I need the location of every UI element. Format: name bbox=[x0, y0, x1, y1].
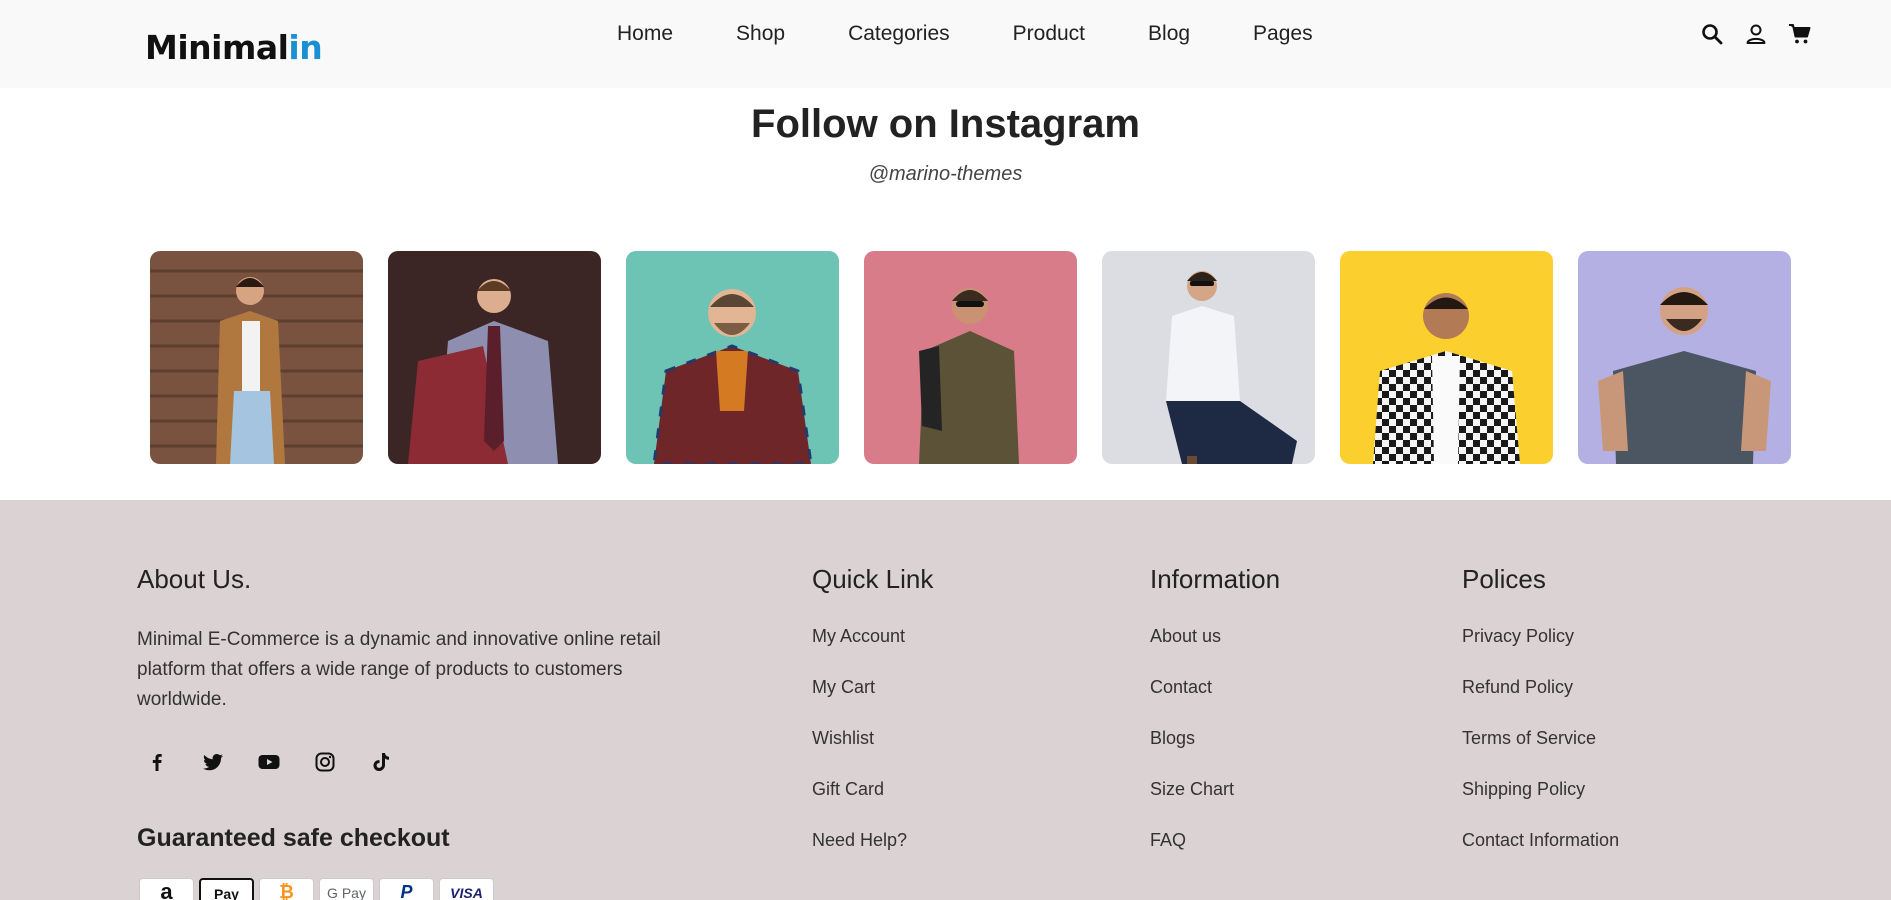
policies-title: Polices bbox=[1462, 564, 1546, 594]
link-faq[interactable]: FAQ bbox=[1150, 829, 1280, 880]
cart-icon[interactable] bbox=[1788, 22, 1812, 46]
payment-methods: a Pay ₿ G Pay P VISA bbox=[139, 878, 494, 900]
tiktok-icon[interactable] bbox=[369, 750, 393, 774]
quick-link-title: Quick Link bbox=[812, 564, 934, 594]
instagram-handle[interactable]: @marino-themes bbox=[0, 163, 1891, 186]
link-my-account[interactable]: My Account bbox=[812, 625, 933, 676]
link-gift-card[interactable]: Gift Card bbox=[812, 778, 933, 829]
instagram-title: Follow on Instagram bbox=[751, 102, 1140, 146]
instagram-gallery bbox=[150, 251, 1791, 464]
about-title: About Us. bbox=[137, 564, 252, 594]
apple-pay-icon: Pay bbox=[199, 878, 254, 900]
information-title: Information bbox=[1150, 564, 1281, 594]
paypal-icon: P bbox=[379, 878, 434, 900]
twitter-icon[interactable] bbox=[201, 750, 225, 774]
link-need-help[interactable]: Need Help? bbox=[812, 829, 933, 880]
link-my-cart[interactable]: My Cart bbox=[812, 676, 933, 727]
bitcoin-icon: ₿ bbox=[259, 878, 314, 900]
social-links bbox=[145, 750, 393, 774]
nav-pages[interactable]: Pages bbox=[1253, 22, 1313, 46]
nav-home[interactable]: Home bbox=[617, 22, 673, 46]
link-privacy-policy[interactable]: Privacy Policy bbox=[1462, 625, 1619, 676]
footer-information: Information About us Contact Blogs Size … bbox=[1150, 564, 1280, 880]
google-pay-icon: G Pay bbox=[319, 878, 374, 900]
facebook-icon[interactable] bbox=[145, 750, 169, 774]
instagram-photo[interactable] bbox=[388, 251, 601, 464]
user-icon[interactable] bbox=[1744, 22, 1768, 46]
link-refund-policy[interactable]: Refund Policy bbox=[1462, 676, 1619, 727]
instagram-photo[interactable] bbox=[150, 251, 363, 464]
link-shipping-policy[interactable]: Shipping Policy bbox=[1462, 778, 1619, 829]
instagram-photo[interactable] bbox=[1102, 251, 1315, 464]
nav-product[interactable]: Product bbox=[1013, 22, 1085, 46]
nav-shop[interactable]: Shop bbox=[736, 22, 785, 46]
footer-policies: Polices Privacy Policy Refund Policy Ter… bbox=[1462, 564, 1619, 880]
link-wishlist[interactable]: Wishlist bbox=[812, 727, 933, 778]
youtube-icon[interactable] bbox=[257, 750, 281, 774]
footer-about: About Us. Minimal E-Commerce is a dynami… bbox=[137, 564, 677, 715]
link-about-us[interactable]: About us bbox=[1150, 625, 1280, 676]
about-text: Minimal E-Commerce is a dynamic and inno… bbox=[137, 629, 661, 710]
amazon-pay-icon: a bbox=[139, 878, 194, 900]
logo-accent: in bbox=[288, 28, 323, 67]
link-contact-information[interactable]: Contact Information bbox=[1462, 829, 1619, 880]
checkout-title: Guaranteed safe checkout bbox=[137, 824, 450, 852]
header-actions bbox=[1700, 22, 1812, 46]
main-nav: Home Shop Categories Product Blog Pages bbox=[617, 22, 1313, 46]
link-size-chart[interactable]: Size Chart bbox=[1150, 778, 1280, 829]
link-contact[interactable]: Contact bbox=[1150, 676, 1280, 727]
site-header: Minimalin Home Shop Categories Product B… bbox=[0, 0, 1891, 88]
search-icon[interactable] bbox=[1700, 22, 1724, 46]
nav-blog[interactable]: Blog bbox=[1148, 22, 1190, 46]
logo-main: Minimal bbox=[145, 28, 289, 67]
instagram-photo[interactable] bbox=[1578, 251, 1791, 464]
nav-categories[interactable]: Categories bbox=[848, 22, 950, 46]
instagram-photo[interactable] bbox=[1340, 251, 1553, 464]
footer-quick-links: Quick Link My Account My Cart Wishlist G… bbox=[812, 564, 933, 880]
instagram-photo[interactable] bbox=[864, 251, 1077, 464]
instagram-photo[interactable] bbox=[626, 251, 839, 464]
logo[interactable]: Minimalin bbox=[145, 28, 323, 67]
instagram-icon[interactable] bbox=[313, 750, 337, 774]
visa-icon: VISA bbox=[439, 878, 494, 900]
link-terms-of-service[interactable]: Terms of Service bbox=[1462, 727, 1619, 778]
link-blogs[interactable]: Blogs bbox=[1150, 727, 1280, 778]
